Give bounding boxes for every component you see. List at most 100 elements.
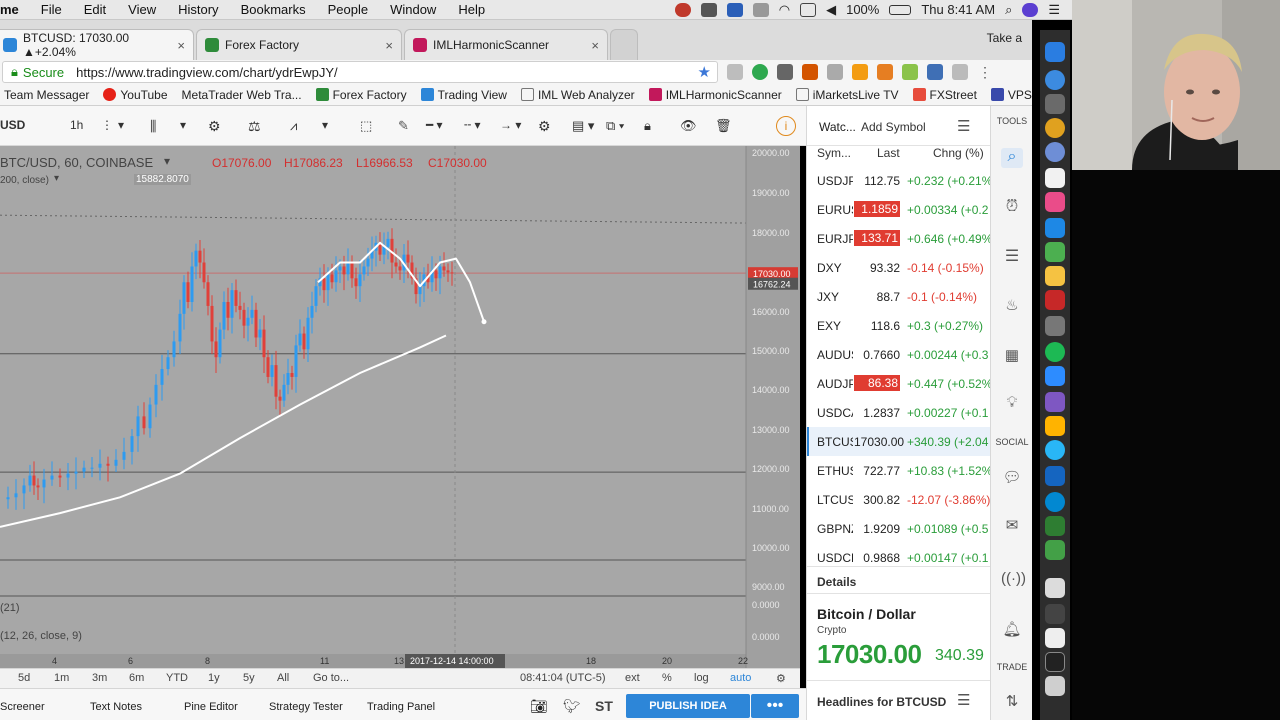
- new-tab-button[interactable]: [610, 29, 638, 60]
- tab-trading-panel[interactable]: Trading Panel: [367, 701, 435, 713]
- range-ytd[interactable]: YTD: [166, 672, 188, 684]
- watchlist-row[interactable]: EURUSD1.1859 +0.00334 (+0.2: [807, 195, 990, 224]
- chrome-menu-icon[interactable]: ⋮: [978, 64, 992, 81]
- notification-center-icon[interactable]: ☰: [1048, 2, 1060, 18]
- add-symbol-button[interactable]: Add Symbol: [861, 120, 926, 134]
- range-1m[interactable]: 1m: [54, 672, 69, 684]
- calendar-icon[interactable]: [1045, 168, 1065, 188]
- extension-icon[interactable]: [727, 64, 743, 80]
- messages-icon[interactable]: [1045, 242, 1065, 262]
- list-icon[interactable]: ☰: [1001, 246, 1023, 266]
- app-icon[interactable]: [1045, 290, 1065, 310]
- twitter-icon[interactable]: 🐦︎: [563, 698, 581, 715]
- chat-icon[interactable]: 💬︎: [1001, 468, 1023, 488]
- extension-icon[interactable]: [952, 64, 968, 80]
- watchlist-row[interactable]: ETHUSD 722.77 +10.83 (+1.52%: [807, 456, 990, 485]
- extension-icon[interactable]: [852, 64, 868, 80]
- extension-icon[interactable]: [877, 64, 893, 80]
- compare-icon[interactable]: ⚖: [248, 118, 261, 135]
- column-last[interactable]: Last: [877, 146, 900, 160]
- itunes-icon[interactable]: [1045, 192, 1065, 212]
- ext-toggle[interactable]: ext: [625, 672, 640, 684]
- camera-icon[interactable]: 📷︎: [530, 698, 548, 715]
- wifi-icon[interactable]: ◠: [779, 2, 790, 18]
- search-icon[interactable]: ⌕: [1001, 148, 1023, 168]
- downloads-icon[interactable]: [1045, 578, 1065, 598]
- spotlight-icon[interactable]: ⌕: [1005, 2, 1012, 18]
- percent-toggle[interactable]: %: [662, 672, 672, 684]
- folder-icon[interactable]: [1045, 628, 1065, 648]
- candles-style-icon[interactable]: ⫼: [150, 118, 156, 135]
- bookmark-star-icon[interactable]: ★: [698, 63, 711, 81]
- menu-window[interactable]: Window: [379, 2, 447, 17]
- chevron-down-icon[interactable]: ▾: [164, 154, 170, 168]
- menu-file[interactable]: File: [30, 2, 73, 17]
- lock-icon[interactable]: 🔒︎: [644, 118, 651, 134]
- menu-help[interactable]: Help: [447, 2, 496, 17]
- grammarly-icon[interactable]: [752, 64, 768, 80]
- extension-icon[interactable]: [777, 64, 793, 80]
- zoom-icon[interactable]: [1045, 366, 1065, 386]
- chevron-down-icon[interactable]: ▾: [118, 118, 124, 132]
- private-chat-icon[interactable]: ✉: [1001, 516, 1023, 536]
- auto-toggle[interactable]: auto: [730, 672, 751, 684]
- lock-icon[interactable]: 🔒︎: [11, 64, 18, 80]
- legend-indicator-2[interactable]: (12, 26, close, 9): [0, 630, 82, 642]
- close-tab-icon[interactable]: ×: [385, 38, 393, 53]
- alarm-clock-icon[interactable]: ⏰︎: [1001, 198, 1023, 218]
- chrome-icon[interactable]: [1045, 118, 1065, 138]
- watchlist-tab[interactable]: Watc...: [819, 120, 856, 134]
- siri-icon[interactable]: [1022, 2, 1039, 17]
- tab-text-notes[interactable]: Text Notes: [90, 701, 142, 713]
- trash-icon[interactable]: [1045, 676, 1065, 696]
- chevron-down-icon[interactable]: ▾: [54, 173, 59, 184]
- watchlist-row[interactable]: GBPNZD 1.9209 +0.01089 (+0.5: [807, 514, 990, 543]
- extension-icon[interactable]: [927, 64, 943, 80]
- range-5y[interactable]: 5y: [243, 672, 255, 684]
- info-icon[interactable]: i: [776, 116, 796, 136]
- extension-icon[interactable]: [827, 64, 843, 80]
- bookmark-imarketslive-tv[interactable]: iMarketsLive TV: [795, 88, 899, 102]
- bookmark-trading-view[interactable]: Trading View: [420, 88, 507, 102]
- watchlist-row[interactable]: JXY 88.7 -0.1 (-0.14%): [807, 282, 990, 311]
- close-tab-icon[interactable]: ×: [177, 38, 185, 53]
- watchlist-row[interactable]: AUDJPY86.38 +0.447 (+0.52%: [807, 369, 990, 398]
- copy-icon[interactable]: ⧉ ▾: [606, 118, 624, 134]
- extension-icon[interactable]: [802, 64, 818, 80]
- pencil-icon[interactable]: ✎: [398, 118, 409, 134]
- close-tab-icon[interactable]: ×: [591, 38, 599, 53]
- legend-moving-average[interactable]: 200, close): [0, 175, 49, 186]
- line-tool-icon[interactable]: ━ ▾: [426, 118, 443, 132]
- battery-percent[interactable]: 100%: [846, 2, 879, 17]
- app-icon[interactable]: [1045, 466, 1065, 486]
- volume-icon[interactable]: ◀︎: [826, 2, 836, 18]
- app-icon[interactable]: [1045, 440, 1065, 460]
- publish-idea-button[interactable]: PUBLISH IDEA: [626, 694, 750, 718]
- range-5d[interactable]: 5d: [18, 672, 30, 684]
- watchlist-row[interactable]: BTCUSD17030.00+340.39 (+2.04: [807, 427, 990, 456]
- url-text[interactable]: https://www.tradingview.com/chart/ydrEwp…: [76, 65, 338, 80]
- drawing-settings-icon[interactable]: ⚙: [538, 118, 551, 135]
- details-header[interactable]: Details: [807, 566, 990, 594]
- hotlist-flame-icon[interactable]: ♨: [1001, 296, 1023, 316]
- extension-icon[interactable]: [700, 2, 717, 17]
- arrow-tool-icon[interactable]: → ▾: [500, 118, 521, 132]
- app-icon[interactable]: [1045, 540, 1065, 560]
- menu-people[interactable]: People: [317, 2, 379, 17]
- more-options-button[interactable]: •••: [751, 694, 799, 718]
- stocktwits-icon[interactable]: ST: [595, 698, 613, 714]
- app-menu[interactable]: me: [0, 2, 30, 17]
- calendar-icon[interactable]: ▦: [1001, 346, 1023, 366]
- chart-settings-icon[interactable]: ⚙: [776, 672, 786, 685]
- tab-strategy-tester[interactable]: Strategy Tester: [269, 701, 343, 713]
- indicators-icon[interactable]: ⩘: [290, 118, 297, 134]
- profile-label[interactable]: Take a: [987, 31, 1022, 45]
- legend-indicator-1[interactable]: (21): [0, 602, 20, 614]
- bookmark-metatrader[interactable]: MetaTrader Web Tra...: [182, 88, 302, 102]
- notes-icon[interactable]: [1045, 266, 1065, 286]
- app-icon[interactable]: [1045, 516, 1065, 536]
- streams-icon[interactable]: ((·)): [1001, 570, 1026, 590]
- headlines-header[interactable]: Headlines for BTCUSD ☰: [807, 680, 990, 720]
- chart-canvas[interactable]: 20000.0019000.0018000.0017000.0016000.00…: [0, 146, 800, 668]
- menu-bookmarks[interactable]: Bookmarks: [230, 2, 317, 17]
